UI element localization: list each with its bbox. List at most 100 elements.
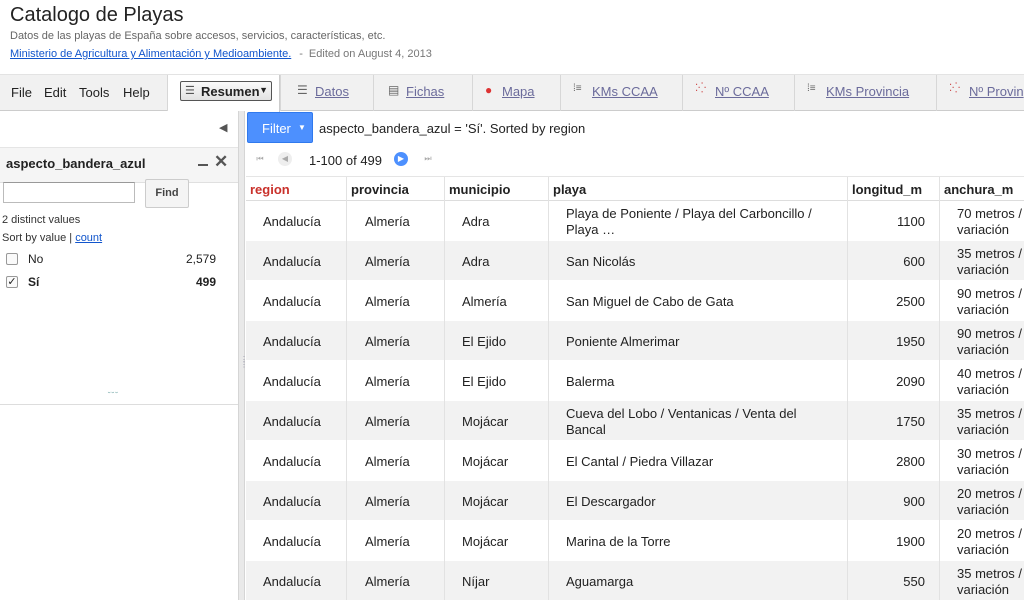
table-cell[interactable]: Andalucía (246, 361, 347, 401)
owner-link[interactable]: Ministerio de Agricultura y Alimentación… (10, 48, 291, 60)
table-cell[interactable]: Almería (347, 561, 445, 600)
tab-mapa[interactable]: ● Mapa (472, 75, 560, 111)
table-cell[interactable]: Andalucía (246, 481, 347, 521)
table-cell[interactable]: 20 metros / variación (940, 521, 1024, 561)
table-cell[interactable]: 1950 (848, 321, 940, 361)
table-cell[interactable]: 1100 (848, 201, 940, 241)
table-row[interactable]: Andalucía Almería Mojácar El Descargador 900… (246, 481, 1024, 521)
menu-file[interactable]: File (11, 85, 32, 100)
table-cell[interactable]: Playa de Poniente / Playa del Carboncill… (549, 201, 848, 241)
previous-page-icon[interactable]: ◀ (278, 152, 292, 166)
table-cell[interactable]: 1900 (848, 521, 940, 561)
table-cell[interactable]: El Cantal / Piedra Villazar (549, 441, 848, 481)
table-cell[interactable]: Almería (347, 241, 445, 281)
table-cell[interactable]: Mojácar (445, 441, 549, 481)
table-cell[interactable]: 35 metros / variación (940, 401, 1024, 441)
table-cell[interactable]: Marina de la Torre (549, 521, 848, 561)
resumen-dropdown-button[interactable]: ☰ Resumen ▼ (180, 81, 272, 101)
table-cell[interactable]: El Ejido (445, 321, 549, 361)
table-cell[interactable]: Mojácar (445, 401, 549, 441)
menu-help[interactable]: Help (123, 85, 150, 100)
table-cell[interactable]: Andalucía (246, 561, 347, 600)
table-cell[interactable]: 550 (848, 561, 940, 600)
next-page-icon[interactable]: ▶ (394, 152, 408, 166)
close-icon[interactable]: ✕ (214, 152, 228, 172)
checkbox-checked[interactable]: ✓ (6, 276, 18, 288)
facet-value-si[interactable]: ✓ Sí 499 (6, 274, 216, 292)
minimize-icon[interactable] (198, 164, 208, 166)
table-cell[interactable]: 35 metros / variación (940, 561, 1024, 600)
table-row[interactable]: Andalucía Almería Mojácar El Cantal / Piedr… (246, 441, 1024, 481)
table-cell[interactable]: Almería (347, 321, 445, 361)
sort-by-count-link[interactable]: count (75, 232, 102, 244)
table-row[interactable]: Andalucía Almería Níjar Aguamarga 550 35 metr… (246, 561, 1024, 600)
find-button[interactable]: Find (145, 179, 189, 208)
checkbox[interactable] (6, 253, 18, 265)
table-cell[interactable]: Almería (347, 481, 445, 521)
table-row[interactable]: Andalucía Almería El Ejido Poniente Almerim… (246, 321, 1024, 361)
resize-handle-icon[interactable]: ˘˘˘ (108, 391, 119, 400)
table-cell[interactable]: Almería (445, 281, 549, 321)
table-cell[interactable]: 1750 (848, 401, 940, 441)
table-cell[interactable]: Andalucía (246, 281, 347, 321)
table-cell[interactable]: Andalucía (246, 521, 347, 561)
table-cell[interactable]: 600 (848, 241, 940, 281)
table-cell[interactable]: Adra (445, 201, 549, 241)
table-cell[interactable]: 70 metros / variación (940, 201, 1024, 241)
table-cell[interactable]: Andalucía (246, 441, 347, 481)
table-cell[interactable]: 2090 (848, 361, 940, 401)
table-cell[interactable]: Almería (347, 281, 445, 321)
table-cell[interactable]: 90 metros / variación (940, 321, 1024, 361)
facet-value-no[interactable]: No 2,579 (6, 251, 216, 269)
table-cell[interactable]: San Miguel de Cabo de Gata (549, 281, 848, 321)
table-cell[interactable]: 2500 (848, 281, 940, 321)
table-cell[interactable]: El Descargador (549, 481, 848, 521)
table-cell[interactable]: Almería (347, 361, 445, 401)
table-cell[interactable]: Andalucía (246, 401, 347, 441)
table-cell[interactable]: Cueva del Lobo / Ventanicas / Venta del B… (549, 401, 848, 441)
table-cell[interactable]: Almería (347, 201, 445, 241)
table-cell[interactable]: Mojácar (445, 521, 549, 561)
menu-edit[interactable]: Edit (44, 85, 66, 100)
tab-datos[interactable]: ☰ Datos (280, 75, 373, 111)
table-row[interactable]: Andalucía Almería El Ejido Balerma 2090 40 me… (246, 361, 1024, 401)
tab-kms-ccaa[interactable]: ⁞≡ KMs CCAA (560, 75, 682, 111)
table-row[interactable]: Andalucía Almería Adra San Nicolás 600 35 met… (246, 241, 1024, 281)
column-header-anchura[interactable]: anchura_m (940, 177, 1024, 201)
tab-n-ccaa[interactable]: ⁚⁛ Nº CCAA (682, 75, 794, 111)
table-cell[interactable]: Almería (347, 401, 445, 441)
tab-fichas[interactable]: ▤ Fichas (373, 75, 472, 111)
table-row[interactable]: Andalucía Almería Mojácar Cueva del Lobo / … (246, 401, 1024, 441)
table-cell[interactable]: Andalucía (246, 321, 347, 361)
table-cell[interactable]: El Ejido (445, 361, 549, 401)
column-header-playa[interactable]: playa (549, 177, 848, 201)
table-cell[interactable]: 2800 (848, 441, 940, 481)
table-row[interactable]: Andalucía Almería Adra Playa de Poniente / … (246, 201, 1024, 241)
table-cell[interactable]: 30 metros / variación (940, 441, 1024, 481)
tab-resumen[interactable]: ☰ Resumen ▼ (167, 75, 280, 112)
table-cell[interactable]: 90 metros / variación (940, 281, 1024, 321)
table-cell[interactable]: Andalucía (246, 201, 347, 241)
collapse-panel-icon[interactable]: ◀ (219, 121, 227, 134)
table-row[interactable]: Andalucía Almería Almería San Miguel de Cab… (246, 281, 1024, 321)
column-header-provincia[interactable]: provincia (347, 177, 445, 201)
table-cell[interactable]: 20 metros / variación (940, 481, 1024, 521)
table-cell[interactable]: Balerma (549, 361, 848, 401)
table-cell[interactable]: Almería (347, 441, 445, 481)
facet-search-input[interactable] (3, 182, 135, 203)
table-cell[interactable]: Níjar (445, 561, 549, 600)
table-cell[interactable]: Poniente Almerimar (549, 321, 848, 361)
table-cell[interactable]: Adra (445, 241, 549, 281)
table-cell[interactable]: 35 metros / variación (940, 241, 1024, 281)
table-cell[interactable]: Aguamarga (549, 561, 848, 600)
filter-button[interactable]: Filter ▼ (247, 112, 313, 143)
table-cell[interactable]: San Nicolás (549, 241, 848, 281)
first-page-icon[interactable]: ⏮ (253, 152, 267, 166)
table-cell[interactable]: Andalucía (246, 241, 347, 281)
last-page-icon[interactable]: ⏭ (421, 152, 435, 166)
table-cell[interactable]: 40 metros / variación (940, 361, 1024, 401)
column-header-longitud[interactable]: longitud_m (848, 177, 940, 201)
table-row[interactable]: Andalucía Almería Mojácar Marina de la Torr… (246, 521, 1024, 561)
table-cell[interactable]: 900 (848, 481, 940, 521)
table-cell[interactable]: Almería (347, 521, 445, 561)
